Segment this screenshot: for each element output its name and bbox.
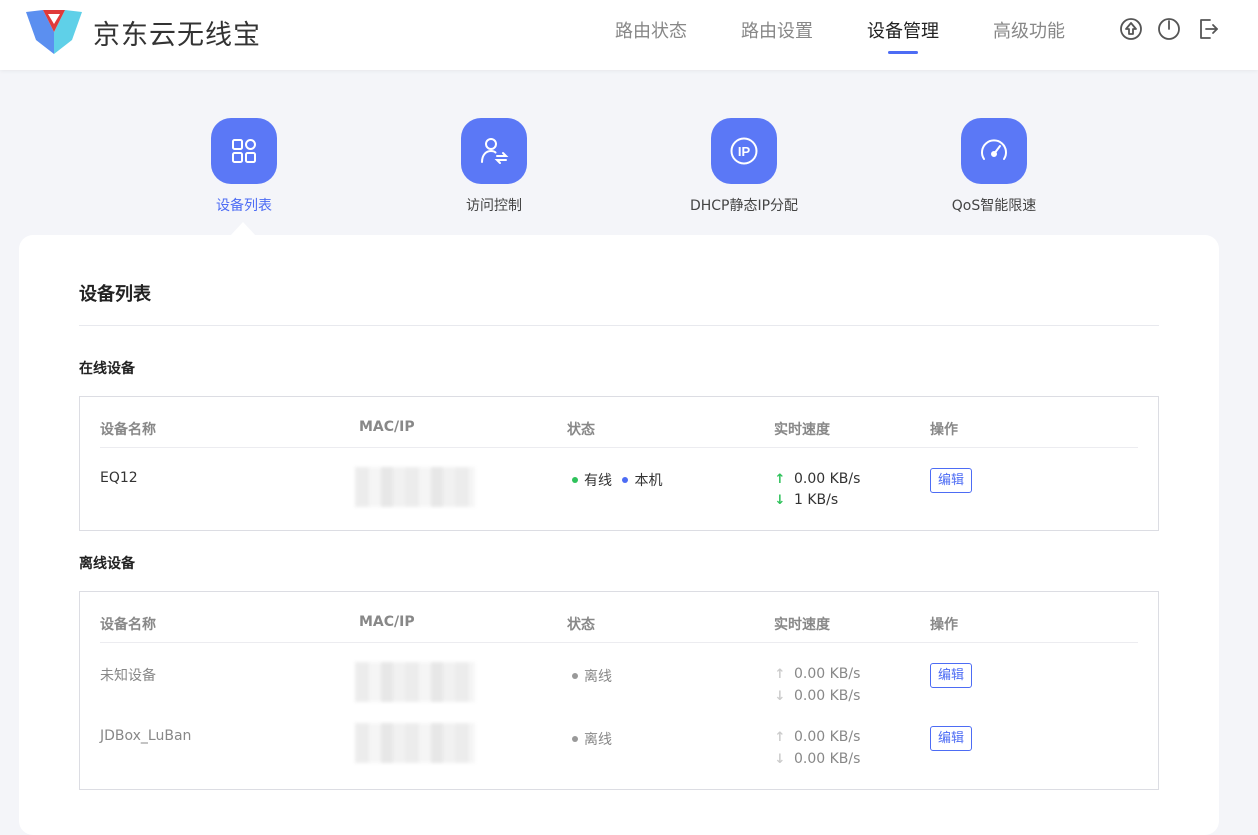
nav-advanced[interactable]: 高级功能 xyxy=(993,17,1065,43)
speedometer-icon xyxy=(961,118,1027,184)
col-header-name: 设备名称 xyxy=(100,422,156,438)
offline-section-title: 离线设备 xyxy=(79,556,135,572)
col-header-action: 操作 xyxy=(930,617,958,633)
header-divider xyxy=(100,447,1138,448)
nav-router-settings[interactable]: 路由设置 xyxy=(741,17,813,43)
upgrade-icon[interactable] xyxy=(1119,17,1143,41)
edit-button[interactable]: 编辑 xyxy=(930,726,972,751)
device-name: 未知设备 xyxy=(100,668,156,684)
col-header-status: 状态 xyxy=(567,617,595,633)
col-header-action: 操作 xyxy=(930,422,958,438)
col-header-speed: 实时速度 xyxy=(774,617,830,633)
device-status: 离线 xyxy=(572,729,612,749)
tile-qos-speed-limit[interactable]: QoS智能限速 xyxy=(909,118,1079,215)
tile-label: 访问控制 xyxy=(466,198,522,214)
logout-icon[interactable] xyxy=(1196,17,1220,41)
tile-label: DHCP静态IP分配 xyxy=(689,198,799,214)
status-label: 离线 xyxy=(584,732,612,748)
status-label: 有线 xyxy=(584,473,612,489)
download-speed-value: 0.00 KB/s xyxy=(794,751,861,767)
edit-button[interactable]: 编辑 xyxy=(930,663,972,688)
tile-access-control[interactable]: 访问控制 xyxy=(409,118,579,215)
offline-dot-icon xyxy=(572,673,578,679)
device-list-card: 设备列表 在线设备 设备名称 MAC/IP 状态 实时速度 操作 EQ12 有线… xyxy=(19,235,1219,835)
upload-speed-value: 0.00 KB/s xyxy=(794,729,861,745)
card-title: 设备列表 xyxy=(79,284,151,305)
tile-dhcp-static-ip[interactable]: IP DHCP静态IP分配 xyxy=(659,118,829,215)
download-speed: ↓ 0.00 KB/s xyxy=(774,688,861,704)
nav-router-status[interactable]: 路由状态 xyxy=(615,17,687,43)
edit-button[interactable]: 编辑 xyxy=(930,468,972,493)
user-swap-icon xyxy=(461,118,527,184)
online-section-title: 在线设备 xyxy=(79,361,135,377)
jd-cloud-logo xyxy=(26,10,82,54)
app-title: 京东云无线宝 xyxy=(93,20,261,51)
device-status: 离线 xyxy=(572,666,612,686)
tile-device-list[interactable]: 设备列表 xyxy=(159,118,329,215)
upload-speed: ↑ 0.00 KB/s xyxy=(774,729,861,745)
grid-icon xyxy=(211,118,277,184)
download-speed-value: 0.00 KB/s xyxy=(794,688,861,704)
status-label: 离线 xyxy=(584,669,612,685)
arrow-up-icon: ↑ xyxy=(774,730,786,745)
col-header-speed: 实时速度 xyxy=(774,422,830,438)
arrow-up-icon: ↑ xyxy=(774,472,786,487)
tile-label: 设备列表 xyxy=(216,198,272,214)
upload-speed-value: 0.00 KB/s xyxy=(794,666,861,682)
ip-icon: IP xyxy=(711,118,777,184)
online-dot-icon xyxy=(572,477,578,483)
divider xyxy=(79,325,1159,326)
arrow-down-icon: ↓ xyxy=(774,493,786,508)
mac-ip-redacted xyxy=(355,467,475,507)
nav-active-indicator xyxy=(888,51,918,54)
arrow-down-icon: ↓ xyxy=(774,689,786,704)
svg-text:IP: IP xyxy=(738,144,751,159)
arrow-up-icon: ↑ xyxy=(774,667,786,682)
download-speed-value: 1 KB/s xyxy=(794,492,839,508)
device-status: 有线 本机 xyxy=(572,470,662,490)
self-tag: 本机 xyxy=(634,473,663,489)
nav-device-management[interactable]: 设备管理 xyxy=(867,17,939,43)
online-devices-table: 设备名称 MAC/IP 状态 实时速度 操作 EQ12 有线 本机 ↑ 0.00 … xyxy=(79,396,1159,531)
col-header-mac-ip: MAC/IP xyxy=(359,614,415,630)
power-icon[interactable] xyxy=(1157,17,1181,41)
upload-speed-value: 0.00 KB/s xyxy=(794,471,861,487)
offline-devices-table: 设备名称 MAC/IP 状态 实时速度 操作 未知设备 离线 ↑ 0.00 KB/… xyxy=(79,591,1159,790)
header-divider xyxy=(100,642,1138,643)
device-name: JDBox_LuBan xyxy=(100,728,192,744)
upload-speed: ↑ 0.00 KB/s xyxy=(774,471,861,487)
self-dot-icon xyxy=(622,477,629,483)
col-header-mac-ip: MAC/IP xyxy=(359,419,415,435)
offline-dot-icon xyxy=(572,736,578,742)
col-header-status: 状态 xyxy=(567,422,595,438)
arrow-down-icon: ↓ xyxy=(774,752,786,767)
tile-label: QoS智能限速 xyxy=(951,198,1037,214)
active-tile-pointer xyxy=(230,222,256,236)
upload-speed: ↑ 0.00 KB/s xyxy=(774,666,861,682)
mac-ip-redacted xyxy=(355,662,475,702)
download-speed: ↓ 1 KB/s xyxy=(774,492,839,508)
download-speed: ↓ 0.00 KB/s xyxy=(774,751,861,767)
top-header: 京东云无线宝 路由状态 路由设置 设备管理 高级功能 xyxy=(0,0,1258,70)
col-header-name: 设备名称 xyxy=(100,617,156,633)
mac-ip-redacted xyxy=(355,723,475,763)
device-name: EQ12 xyxy=(100,470,138,486)
